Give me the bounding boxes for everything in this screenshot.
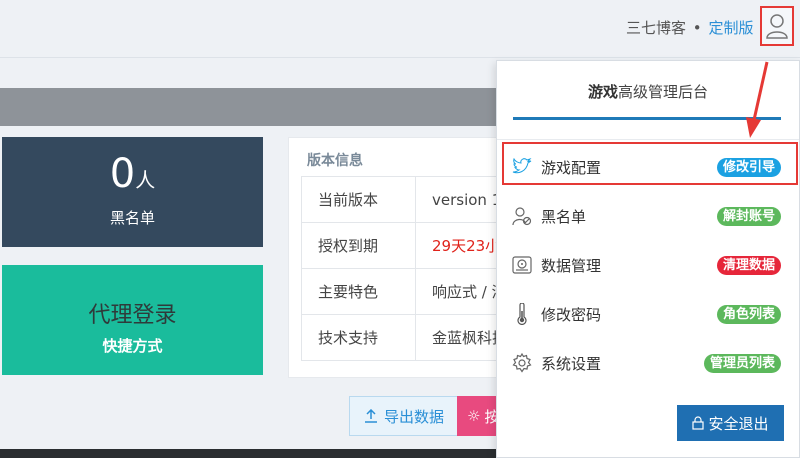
proxy-login-subtitle: 快捷方式	[102, 337, 163, 355]
menu-item-label: 系统设置	[541, 354, 602, 373]
blacklist-stat-card[interactable]: 0人 黑名单	[2, 137, 263, 247]
badge-role-list[interactable]: 角色列表	[716, 304, 781, 324]
table-row: 当前版本 version 1	[301, 176, 499, 223]
row-value: 金蓝枫科技	[415, 314, 499, 361]
logout-label: 安全退出	[708, 414, 769, 433]
row-value: 29天23小	[415, 222, 499, 269]
user-menu-button[interactable]	[760, 6, 794, 46]
divider	[497, 139, 799, 140]
menu-item-label: 数据管理	[541, 256, 602, 275]
dropdown-title: 游戏高级管理后台	[587, 83, 709, 101]
menu-item-data-management[interactable]: 数据管理 清理数据	[497, 245, 800, 285]
user-icon	[766, 14, 788, 39]
badge-clear-data[interactable]: 清理数据	[716, 255, 781, 275]
table-row: 主要特色 响应式 / 清	[301, 268, 499, 315]
logout-button[interactable]: 安全退出	[677, 405, 784, 441]
row-value: version 1	[415, 176, 499, 223]
hard-drive-icon	[511, 254, 533, 276]
gear-icon	[511, 352, 533, 374]
menu-item-label: 修改密码	[541, 305, 602, 324]
menu-item-system-settings[interactable]: 系统设置 管理员列表	[497, 343, 800, 383]
dropdown-title-underline	[513, 117, 781, 120]
export-data-button[interactable]: 导出数据	[349, 396, 459, 436]
menu-item-label: 黑名单	[541, 207, 587, 226]
edition-label: 定制版	[708, 19, 754, 37]
pink-action-button[interactable]: ☼ 按	[457, 396, 500, 436]
row-value: 响应式 / 清	[415, 268, 499, 315]
menu-item-change-password[interactable]: 修改密码 角色列表	[497, 294, 800, 334]
site-name[interactable]: 三七博客	[626, 19, 686, 37]
highlight-box	[502, 142, 798, 185]
sun-icon: ☼	[467, 407, 481, 425]
brand-separator: •	[692, 19, 702, 37]
blacklist-unit: 人	[135, 168, 156, 192]
export-data-label: 导出数据	[383, 407, 444, 426]
row-key: 授权到期	[301, 222, 416, 269]
row-key: 主要特色	[301, 268, 416, 315]
table-row: 技术支持 金蓝枫科技	[301, 314, 499, 361]
menu-item-blacklist[interactable]: 黑名单 解封账号	[497, 196, 800, 236]
blacklist-label: 黑名单	[109, 209, 155, 227]
blacklist-count: 0人	[109, 151, 156, 197]
row-key: 技术支持	[301, 314, 416, 361]
brand: 三七博客 • 定制版	[626, 17, 753, 38]
thermometer-icon	[511, 303, 533, 325]
upload-icon	[364, 409, 377, 423]
row-key: 当前版本	[301, 176, 416, 223]
lock-icon	[692, 416, 705, 430]
badge-admin-list[interactable]: 管理员列表	[703, 353, 781, 373]
proxy-login-title: 代理登录	[88, 303, 177, 328]
page-banner	[0, 88, 500, 126]
table-row: 授权到期 29天23小	[301, 222, 499, 269]
proxy-login-card[interactable]: 代理登录 快捷方式	[2, 265, 263, 375]
version-info-heading: 版本信息	[307, 153, 363, 169]
user-block-icon	[511, 205, 533, 227]
badge-unban-account[interactable]: 解封账号	[716, 206, 781, 226]
top-bar: 三七博客 • 定制版	[0, 0, 800, 58]
version-info-table: 当前版本 version 1 授权到期 29天23小 主要特色 响应式 / 清 …	[301, 176, 499, 361]
version-info-panel: 版本信息 当前版本 version 1 授权到期 29天23小 主要特色 响应式…	[288, 137, 500, 378]
user-dropdown-menu: 游戏高级管理后台 游戏配置 修改引导 黑名单 解封账号 数据管理 清理数据 修改…	[496, 60, 800, 458]
